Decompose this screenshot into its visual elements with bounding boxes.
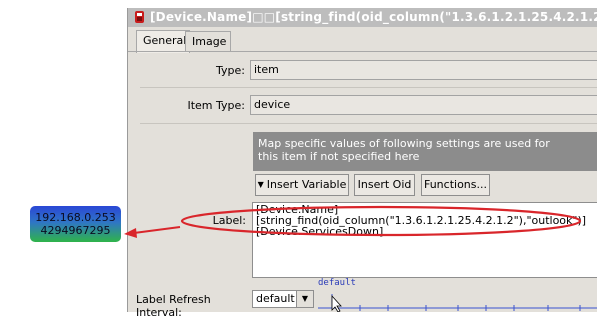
label-field-label: Label: — [212, 214, 246, 227]
chart-svg — [318, 294, 597, 312]
properties-window: [Device.Name]□□[string_find(oid_column("… — [127, 8, 597, 319]
info-text-line-1: Map specific values of following setting… — [258, 137, 550, 150]
separator — [140, 123, 597, 124]
title-bar: [Device.Name]□□[string_find(oid_column("… — [128, 8, 597, 27]
refresh-interval-value: default — [256, 292, 295, 305]
info-box: Map specific values of following setting… — [253, 132, 597, 171]
insert-variable-button[interactable]: ▼ Insert Variable — [255, 174, 349, 196]
tab-divider — [128, 51, 597, 52]
insert-oid-button[interactable]: Insert Oid — [354, 174, 415, 196]
refresh-interval-select[interactable]: default ▼ — [252, 290, 314, 308]
mouse-pointer-icon — [331, 294, 342, 312]
triangle-down-icon: ▼ — [257, 180, 264, 189]
label-textarea[interactable]: [Device.Name] [string_find(oid_column("1… — [252, 202, 597, 278]
red-app-icon — [135, 11, 144, 23]
refresh-chart[interactable]: default — [318, 278, 597, 312]
tab-general[interactable]: General — [136, 30, 190, 53]
separator — [140, 87, 597, 88]
device-badge: 192.168.0.253 4294967295 — [30, 206, 121, 242]
item-type-label: Item Type: — [187, 99, 245, 112]
type-field[interactable]: item — [250, 60, 597, 80]
info-text-line-2: this item if not specified here — [258, 150, 420, 163]
item-type-field[interactable]: device — [250, 95, 597, 115]
refresh-interval-label: Label Refresh Interval: — [136, 293, 211, 319]
insert-variable-label: Insert Variable — [266, 178, 347, 191]
type-label: Type: — [216, 64, 245, 77]
functions-button[interactable]: Functions... — [421, 174, 490, 196]
window-title: [Device.Name]□□[string_find(oid_column("… — [150, 10, 597, 24]
tab-image[interactable]: Image — [185, 31, 231, 52]
badge-ip: 192.168.0.253 — [35, 211, 116, 224]
chevron-down-icon: ▼ — [296, 291, 313, 307]
label-line-3: [Device.ServicesDown] — [256, 225, 384, 238]
badge-value: 4294967295 — [40, 224, 111, 237]
